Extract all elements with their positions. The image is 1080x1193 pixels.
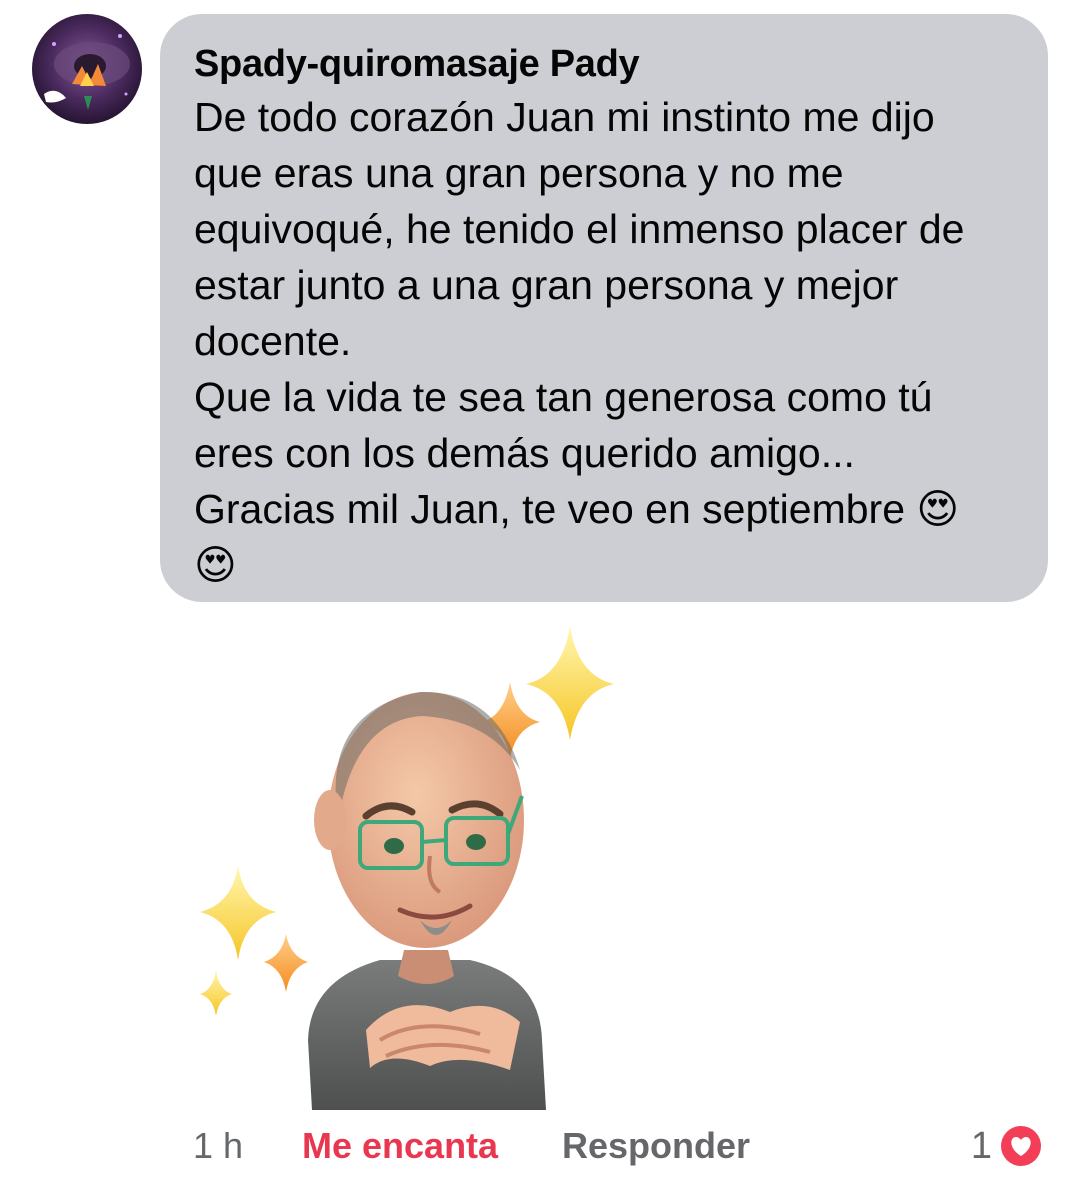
reply-button[interactable]: Responder <box>562 1120 750 1172</box>
comment-line: docente. <box>194 318 352 364</box>
comment-line: que eras una gran persona y no me <box>194 150 844 196</box>
reaction-summary[interactable]: 1 <box>971 1120 1044 1172</box>
reaction-count: 1 <box>970 1125 992 1167</box>
comment-line: Que la vida te sea tan generosa como tú <box>194 374 933 420</box>
heart-icon <box>999 1124 1043 1168</box>
reaction-button[interactable]: Me encanta <box>302 1120 498 1172</box>
comment-line: eres con los demás querido amigo... <box>194 430 855 476</box>
comment-author-name[interactable]: Spady-quiromasaje Pady <box>194 40 1018 88</box>
avatar-figure <box>308 691 546 1110</box>
comment-timestamp: 1 h <box>193 1125 244 1166</box>
avatar-sticker[interactable] <box>190 620 620 1110</box>
comment-line: De todo corazón Juan mi instinto me dijo <box>194 94 935 140</box>
comment-text: De todo corazón Juan mi instinto me dijo… <box>194 89 1018 593</box>
comment-actions: 1 h Me encanta Responder 1 <box>0 1120 1080 1172</box>
comment-line: equivoqué, he tenido el inmenso placer d… <box>194 206 965 252</box>
comment-line: Gracias mil Juan, te veo en septiembre 😍 <box>194 486 960 532</box>
comment-line: estar junto a una gran persona y mejor <box>194 262 899 308</box>
author-avatar[interactable] <box>32 14 142 124</box>
comment-line: 😍 <box>194 541 237 589</box>
comment-bubble[interactable]: Spady-quiromasaje Pady De todo corazón J… <box>160 14 1048 602</box>
